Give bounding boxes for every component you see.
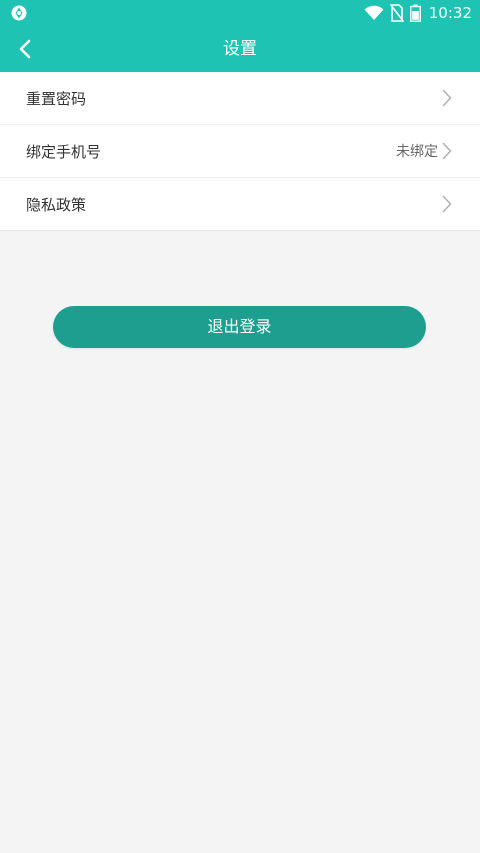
settings-item-bind-phone[interactable]: 绑定手机号 未绑定 (0, 125, 480, 178)
page-title: 设置 (223, 39, 257, 59)
status-bar: 10:32 (0, 0, 480, 26)
chevron-right-icon (442, 195, 452, 213)
header-bar: 设置 (0, 26, 480, 72)
logout-button[interactable]: 退出登录 (53, 306, 426, 348)
settings-item-label: 重置密码 (26, 89, 87, 108)
wifi-icon (364, 5, 384, 20)
settings-item-privacy-policy[interactable]: 隐私政策 (0, 178, 480, 230)
settings-item-label: 绑定手机号 (26, 142, 102, 161)
chevron-right-icon (442, 89, 452, 107)
status-time: 10:32 (428, 4, 472, 22)
status-icons: 10:32 (364, 0, 472, 26)
chevron-right-icon (442, 142, 452, 160)
back-button[interactable] (10, 34, 40, 64)
settings-item-label: 隐私政策 (26, 195, 87, 214)
bind-status-value: 未绑定 (396, 144, 438, 160)
chevron-left-icon (19, 39, 31, 59)
settings-list: 重置密码 绑定手机号 未绑定 隐私政策 (0, 72, 480, 231)
settings-item-reset-password[interactable]: 重置密码 (0, 72, 480, 125)
app-notification-icon (11, 5, 27, 21)
battery-icon (409, 4, 421, 22)
no-sim-icon (389, 4, 404, 22)
